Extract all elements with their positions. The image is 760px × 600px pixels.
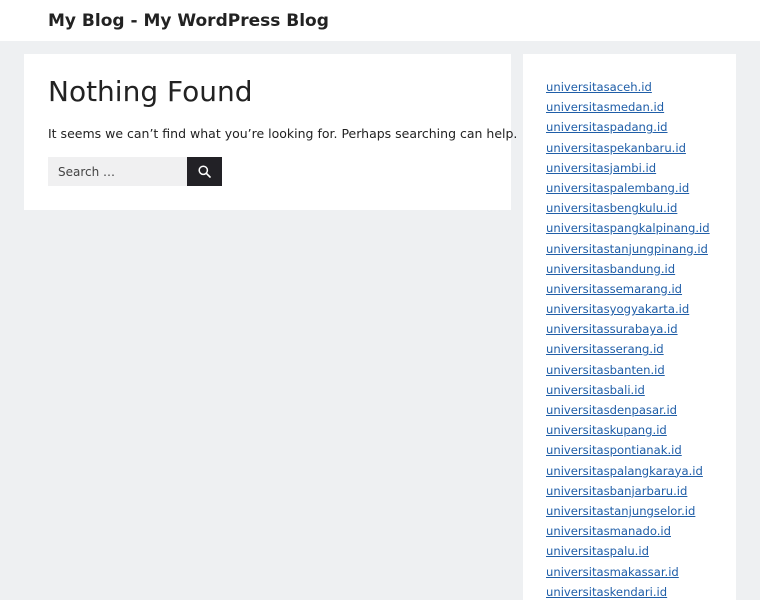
search-icon <box>198 165 211 178</box>
sidebar-link[interactable]: universitaspangkalpinang.id <box>546 221 710 235</box>
sidebar-link[interactable]: universitassurabaya.id <box>546 322 678 336</box>
content-area: Nothing Found It seems we can’t find wha… <box>24 54 517 210</box>
sidebar-link-item: universitaspalembang.id <box>546 177 710 197</box>
sidebar-link-item: universitaspalangkaraya.id <box>546 460 710 480</box>
sidebar-link[interactable]: universitasmanado.id <box>546 524 671 538</box>
sidebar-link[interactable]: universitasbanten.id <box>546 363 665 377</box>
sidebar-link-item: universitastanjungselor.id <box>546 500 710 520</box>
sidebar-link-item: universitassemarang.id <box>546 278 710 298</box>
sidebar-link[interactable]: universitasbanjarbaru.id <box>546 484 687 498</box>
sidebar-link-item: universitastanjungpinang.id <box>546 238 710 258</box>
sidebar-link[interactable]: universitasyogyakarta.id <box>546 302 689 316</box>
sidebar-link[interactable]: universitasbandung.id <box>546 262 675 276</box>
sidebar-link[interactable]: universitasjambi.id <box>546 161 656 175</box>
sidebar-link-item: universitasmanado.id <box>546 520 710 540</box>
sidebar-link-item: universitasbandung.id <box>546 258 710 278</box>
sidebar-link[interactable]: universitastanjungselor.id <box>546 504 695 518</box>
sidebar-link[interactable]: universitasmakassar.id <box>546 565 679 579</box>
sidebar-link[interactable]: universitasbali.id <box>546 383 645 397</box>
site-header: My Blog - My WordPress Blog <box>0 0 760 41</box>
sidebar-link-item: universitasmedan.id <box>546 96 710 116</box>
search-form <box>48 157 222 186</box>
sidebar-link-item: universitassurabaya.id <box>546 318 710 338</box>
sidebar-link[interactable]: universitassemarang.id <box>546 282 682 296</box>
sidebar-link[interactable]: universitasaceh.id <box>546 80 652 94</box>
site-title-link[interactable]: My Blog - My WordPress Blog <box>48 10 329 32</box>
sidebar-link-list: universitasaceh.id universitasmedan.id uni… <box>546 76 710 600</box>
sidebar-link-item: universitasjambi.id <box>546 157 710 177</box>
sidebar-link-item: universitaspekanbaru.id <box>546 137 710 157</box>
sidebar-link[interactable]: universitaskupang.id <box>546 423 667 437</box>
sidebar-link[interactable]: universitaspalembang.id <box>546 181 689 195</box>
sidebar-link[interactable]: universitasbengkulu.id <box>546 201 677 215</box>
sidebar-link-item: universitasbali.id <box>546 379 710 399</box>
search-button[interactable] <box>187 157 222 186</box>
sidebar-link[interactable]: universitasmedan.id <box>546 100 664 114</box>
sidebar: universitasaceh.id universitasmedan.id uni… <box>523 54 736 600</box>
sidebar-link[interactable]: universitastanjungpinang.id <box>546 242 708 256</box>
sidebar-link[interactable]: universitasserang.id <box>546 342 664 356</box>
sidebar-link-item: universitaspalu.id <box>546 540 710 560</box>
sidebar-link-item: universitasmakassar.id <box>546 561 710 581</box>
sidebar-link[interactable]: universitaspalangkaraya.id <box>546 464 703 478</box>
sidebar-link-item: universitasaceh.id <box>546 76 710 96</box>
no-results-message: It seems we can’t find what you’re looki… <box>48 126 518 141</box>
sidebar-link[interactable]: universitaspadang.id <box>546 120 668 134</box>
sidebar-link[interactable]: universitasdenpasar.id <box>546 403 677 417</box>
sidebar-link-item: universitaspadang.id <box>546 116 710 136</box>
page-title: Nothing Found <box>48 75 253 108</box>
sidebar-link[interactable]: universitaspalu.id <box>546 544 649 558</box>
sidebar-link[interactable]: universitaspekanbaru.id <box>546 141 686 155</box>
sidebar-link-item: universitaskendari.id <box>546 581 710 600</box>
sidebar-link-item: universitaspangkalpinang.id <box>546 217 710 237</box>
sidebar-link[interactable]: universitaskendari.id <box>546 585 667 599</box>
sidebar-link-item: universitasdenpasar.id <box>546 399 710 419</box>
sidebar-link-item: universitasbengkulu.id <box>546 197 710 217</box>
sidebar-link-item: universitasbanten.id <box>546 359 710 379</box>
sidebar-link-item: universitasyogyakarta.id <box>546 298 710 318</box>
sidebar-link-item: universitaskupang.id <box>546 419 710 439</box>
sidebar-link-item: universitasbanjarbaru.id <box>546 480 710 500</box>
search-input[interactable] <box>48 157 187 186</box>
sidebar-link[interactable]: universitaspontianak.id <box>546 443 682 457</box>
sidebar-link-item: universitasserang.id <box>546 338 710 358</box>
sidebar-link-item: universitaspontianak.id <box>546 439 710 459</box>
